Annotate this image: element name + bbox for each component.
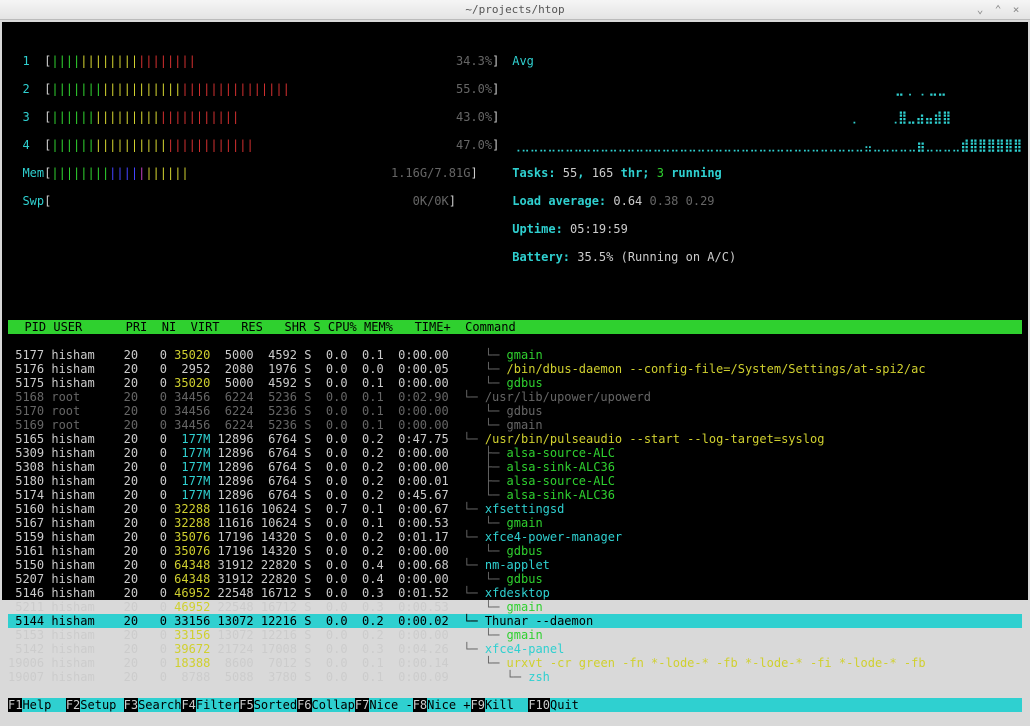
cpu4-pct: 47.0% <box>456 138 492 152</box>
table-row[interactable]: 5309 hisham 20 0 177M 12896 6764 S 0.0 0… <box>8 446 1022 460</box>
table-row[interactable]: 5211 hisham 20 0 46952 22548 16712 S 0.0… <box>8 600 1022 614</box>
maximize-icon[interactable]: ⌃ <box>992 3 1004 15</box>
fkey-F5[interactable]: F5 <box>239 698 253 712</box>
table-row[interactable]: 5308 hisham 20 0 177M 12896 6764 S 0.0 0… <box>8 460 1022 474</box>
table-row[interactable]: 19007 hisham 20 0 8788 5088 3780 S 0.0 0… <box>8 670 1022 684</box>
table-row[interactable]: 5177 hisham 20 0 35020 5000 4592 S 0.0 0… <box>8 348 1022 362</box>
table-row[interactable]: 5180 hisham 20 0 177M 12896 6764 S 0.0 0… <box>8 474 1022 488</box>
fkey-F2[interactable]: F2 <box>66 698 80 712</box>
column-headers[interactable]: PID USER PRI NI VIRT RES SHR S CPU% MEM%… <box>8 320 1022 334</box>
cpu2-pct: 55.0% <box>456 82 492 96</box>
cpu3-pct: 43.0% <box>456 110 492 124</box>
mem-text: 1.16G/7.81G <box>391 166 470 180</box>
table-row[interactable]: 5176 hisham 20 0 2952 2080 1976 S 0.0 0.… <box>8 362 1022 376</box>
table-row[interactable]: 5207 hisham 20 0 64348 31912 22820 S 0.0… <box>8 572 1022 586</box>
table-row[interactable]: 5150 hisham 20 0 64348 31912 22820 S 0.0… <box>8 558 1022 572</box>
table-row[interactable]: 5144 hisham 20 0 33156 13072 12216 S 0.0… <box>8 614 1022 628</box>
cpu-graph: ⣀⢀ ⡀⣀⣀ <box>512 82 1022 96</box>
table-row[interactable]: 5169 root 20 0 34456 6224 5236 S 0.0 0.1… <box>8 418 1022 432</box>
table-row[interactable]: 5174 hisham 20 0 177M 12896 6764 S 0.0 0… <box>8 488 1022 502</box>
window-titlebar: ~/projects/htop ⌄ ⌃ × <box>0 0 1030 20</box>
table-row[interactable]: 5168 root 20 0 34456 6224 5236 S 0.0 0.1… <box>8 390 1022 404</box>
fkey-F6[interactable]: F6 <box>297 698 311 712</box>
table-row[interactable]: 5175 hisham 20 0 35020 5000 4592 S 0.0 0… <box>8 376 1022 390</box>
table-row[interactable]: 5165 hisham 20 0 177M 12896 6764 S 0.0 0… <box>8 432 1022 446</box>
fkey-F4[interactable]: F4 <box>181 698 195 712</box>
close-icon[interactable]: × <box>1010 3 1022 15</box>
table-row[interactable]: 5142 hisham 20 0 39672 21724 17008 S 0.0… <box>8 642 1022 656</box>
fkey-F10[interactable]: F10 <box>528 698 550 712</box>
table-row[interactable]: 19006 hisham 20 0 18388 8600 7012 S 0.0 … <box>8 656 1022 670</box>
table-row[interactable]: 5160 hisham 20 0 32288 11616 10624 S 0.7… <box>8 502 1022 516</box>
window-title: ~/projects/htop <box>465 3 564 17</box>
cpu1-pct: 34.3% <box>456 54 492 68</box>
fkey-F8[interactable]: F8 <box>413 698 427 712</box>
swp-text: 0K/0K <box>413 194 449 208</box>
terminal[interactable]: 1 [|||||||||||||||||||| 34.3%] 2 [||||||… <box>2 22 1028 600</box>
table-row[interactable]: 5159 hisham 20 0 35076 17196 14320 S 0.0… <box>8 530 1022 544</box>
function-key-bar[interactable]: F1Help F2Setup F3SearchF4FilterF5SortedF… <box>8 698 1022 712</box>
fkey-F3[interactable]: F3 <box>124 698 138 712</box>
table-row[interactable]: 5170 root 20 0 34456 6224 5236 S 0.0 0.1… <box>8 404 1022 418</box>
avg-label: Avg <box>512 54 534 68</box>
fkey-F1[interactable]: F1 <box>8 698 22 712</box>
table-row[interactable]: 5153 hisham 20 0 33156 13072 12216 S 0.0… <box>8 628 1022 642</box>
minimize-icon[interactable]: ⌄ <box>974 3 986 15</box>
fkey-F9[interactable]: F9 <box>471 698 485 712</box>
table-row[interactable]: 5146 hisham 20 0 46952 22548 16712 S 0.0… <box>8 586 1022 600</box>
process-list[interactable]: 5177 hisham 20 0 35020 5000 4592 S 0.0 0… <box>8 348 1022 684</box>
table-row[interactable]: 5161 hisham 20 0 35076 17196 14320 S 0.0… <box>8 544 1022 558</box>
fkey-F7[interactable]: F7 <box>355 698 369 712</box>
table-row[interactable]: 5167 hisham 20 0 32288 11616 10624 S 0.0… <box>8 516 1022 530</box>
